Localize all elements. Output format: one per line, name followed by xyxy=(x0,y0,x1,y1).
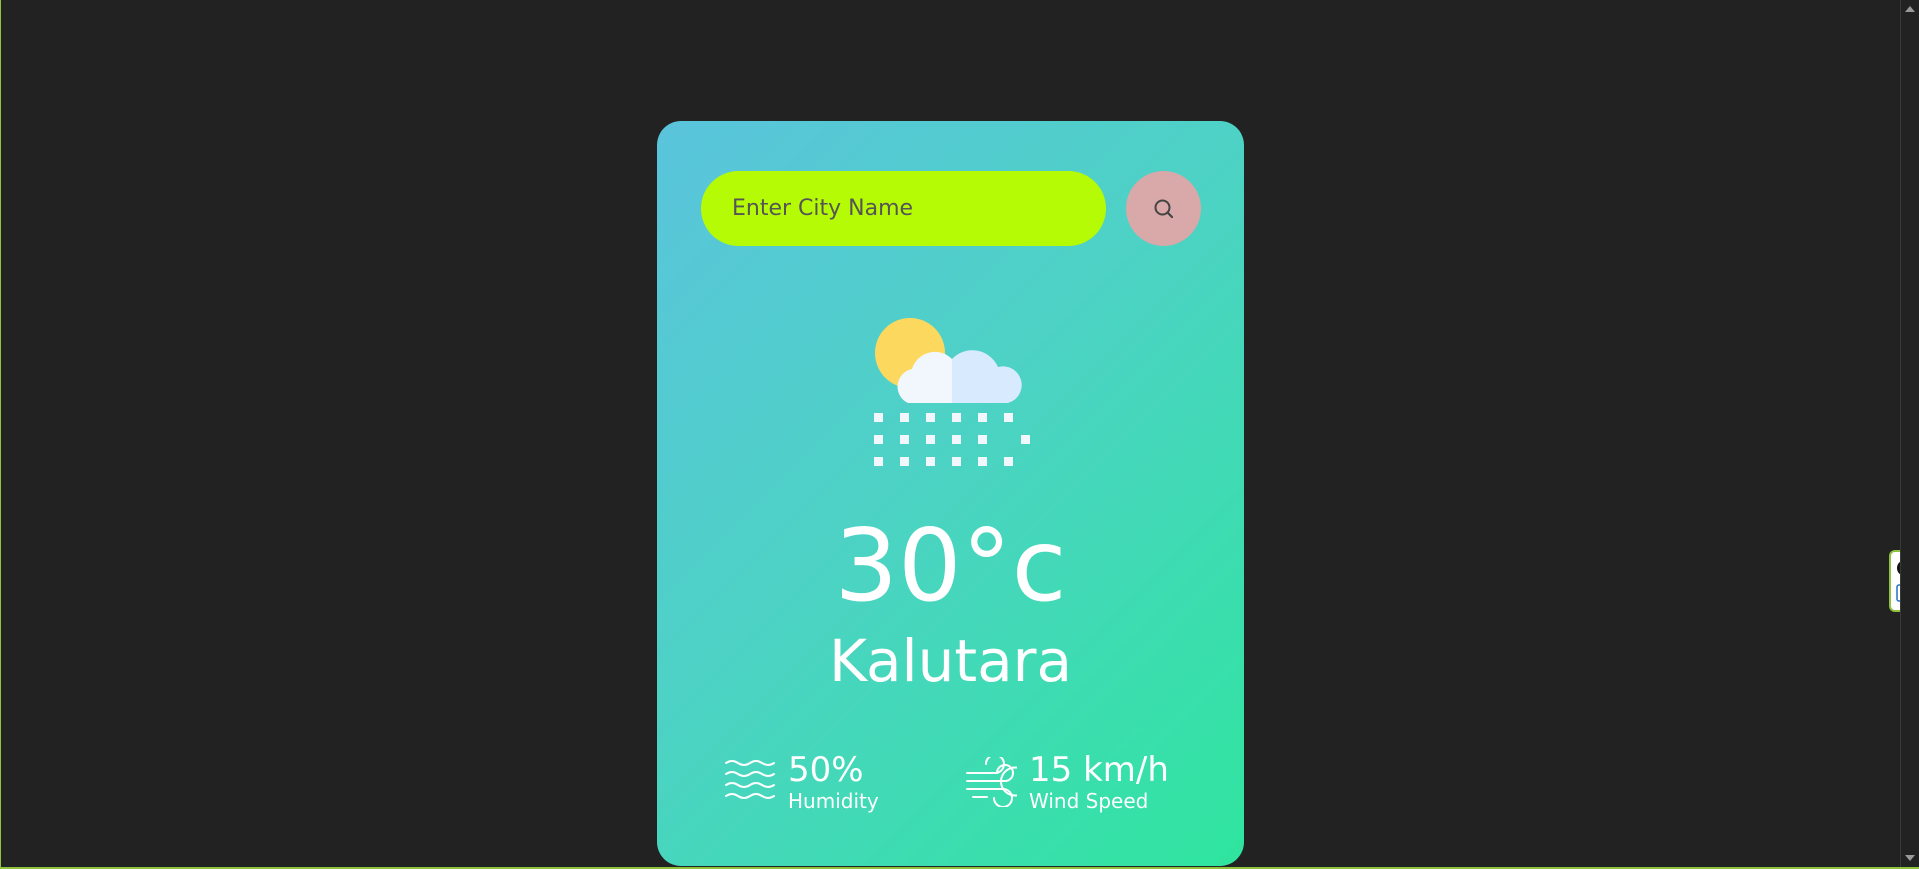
wind-value: 15 km/h xyxy=(1029,750,1169,790)
search-button[interactable] xyxy=(1126,171,1201,246)
wind-label: Wind Speed xyxy=(1029,789,1149,813)
search-bar xyxy=(701,171,1201,246)
vertical-scrollbar[interactable] xyxy=(1900,0,1919,867)
humidity-label: Humidity xyxy=(788,789,879,813)
city-search-input[interactable] xyxy=(701,171,1106,246)
humidity-detail: 50% Humidity xyxy=(724,751,879,813)
scroll-up-icon[interactable] xyxy=(1905,6,1915,12)
search-icon xyxy=(1154,199,1173,218)
wind-icon xyxy=(966,757,1017,807)
humidity-waves-icon xyxy=(725,760,775,799)
weather-card: 30°c Kalutara 50% Humidity xyxy=(657,121,1244,866)
scroll-down-icon[interactable] xyxy=(1905,855,1915,861)
humidity-value: 50% xyxy=(788,750,864,790)
sun-cloud-snow-icon xyxy=(874,318,1030,466)
wind-detail: 15 km/h Wind Speed xyxy=(965,751,1169,813)
city-name: Kalutara xyxy=(828,627,1073,695)
temperature: 30°c xyxy=(834,507,1067,624)
